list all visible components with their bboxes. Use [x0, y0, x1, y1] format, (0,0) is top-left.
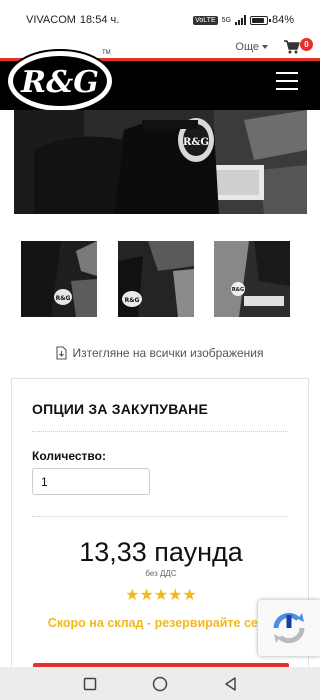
menu-toggle-icon[interactable] — [276, 72, 298, 90]
star-icon: ★ — [182, 587, 197, 604]
availability-notice: Скоро на склад - резервирайте сега! — [47, 616, 275, 630]
cart-icon — [284, 40, 300, 54]
main-product-image[interactable]: R&G — [14, 110, 307, 214]
divider — [32, 431, 288, 432]
recents-icon[interactable] — [83, 677, 97, 691]
star-icon: ★ — [153, 587, 169, 604]
more-menu[interactable]: Още — [235, 40, 268, 54]
download-all-images-link[interactable]: Изтегляне на всички изображения — [0, 346, 320, 360]
thumbnail-mark: R&G — [56, 295, 71, 302]
network-type: 5G — [221, 16, 231, 24]
vat-note: без ДДС — [145, 569, 177, 578]
rg-logo[interactable]: R&G — [5, 48, 115, 114]
main-image-mark: R&G — [183, 137, 209, 148]
home-icon[interactable] — [152, 676, 168, 692]
chevron-down-icon — [262, 45, 268, 49]
document-download-icon — [56, 346, 68, 360]
battery-icon — [249, 15, 271, 25]
cart-button[interactable]: 0 — [284, 38, 314, 54]
back-icon[interactable] — [223, 676, 237, 692]
carrier-label: VIVACOM — [26, 14, 76, 26]
more-menu-label: Още — [235, 41, 259, 53]
divider — [32, 516, 288, 517]
product-price: 13,33 паунда — [79, 537, 243, 567]
thumbnail-mark: R&G — [125, 297, 140, 304]
recaptcha-badge[interactable] — [258, 600, 320, 656]
status-bar: VIVACOM 18:54 ч. VoLTE 5G 84% — [0, 0, 320, 40]
cart-count-badge: 0 — [300, 38, 313, 51]
star-icon: ★ — [125, 587, 140, 604]
logo-lettering: R&G — [20, 65, 99, 100]
purchase-options-title: ОПЦИИ ЗА ЗАКУПУВАНЕ — [32, 401, 208, 417]
quantity-label: Количество: — [32, 449, 106, 463]
download-all-label: Изтегляне на всички изображения — [72, 346, 264, 360]
recaptcha-icon — [273, 612, 305, 644]
trademark-mark: TM — [102, 50, 111, 56]
product-thumbnail[interactable]: R&G — [118, 241, 194, 317]
system-navigation-bar — [0, 667, 320, 700]
product-thumbnail[interactable]: R&G — [214, 241, 290, 317]
star-icon: ★ — [168, 587, 183, 604]
signal-icon — [234, 15, 246, 25]
clock: 18:54 ч. — [79, 14, 120, 26]
quantity-field[interactable] — [32, 468, 150, 495]
product-thumbnail[interactable]: R&G — [21, 241, 97, 317]
thumbnail-mark: R&G — [232, 287, 244, 293]
volte-icon: VoLTE — [193, 15, 218, 25]
battery-percent: 84% — [271, 14, 294, 26]
star-icon: ★ — [139, 587, 154, 604]
